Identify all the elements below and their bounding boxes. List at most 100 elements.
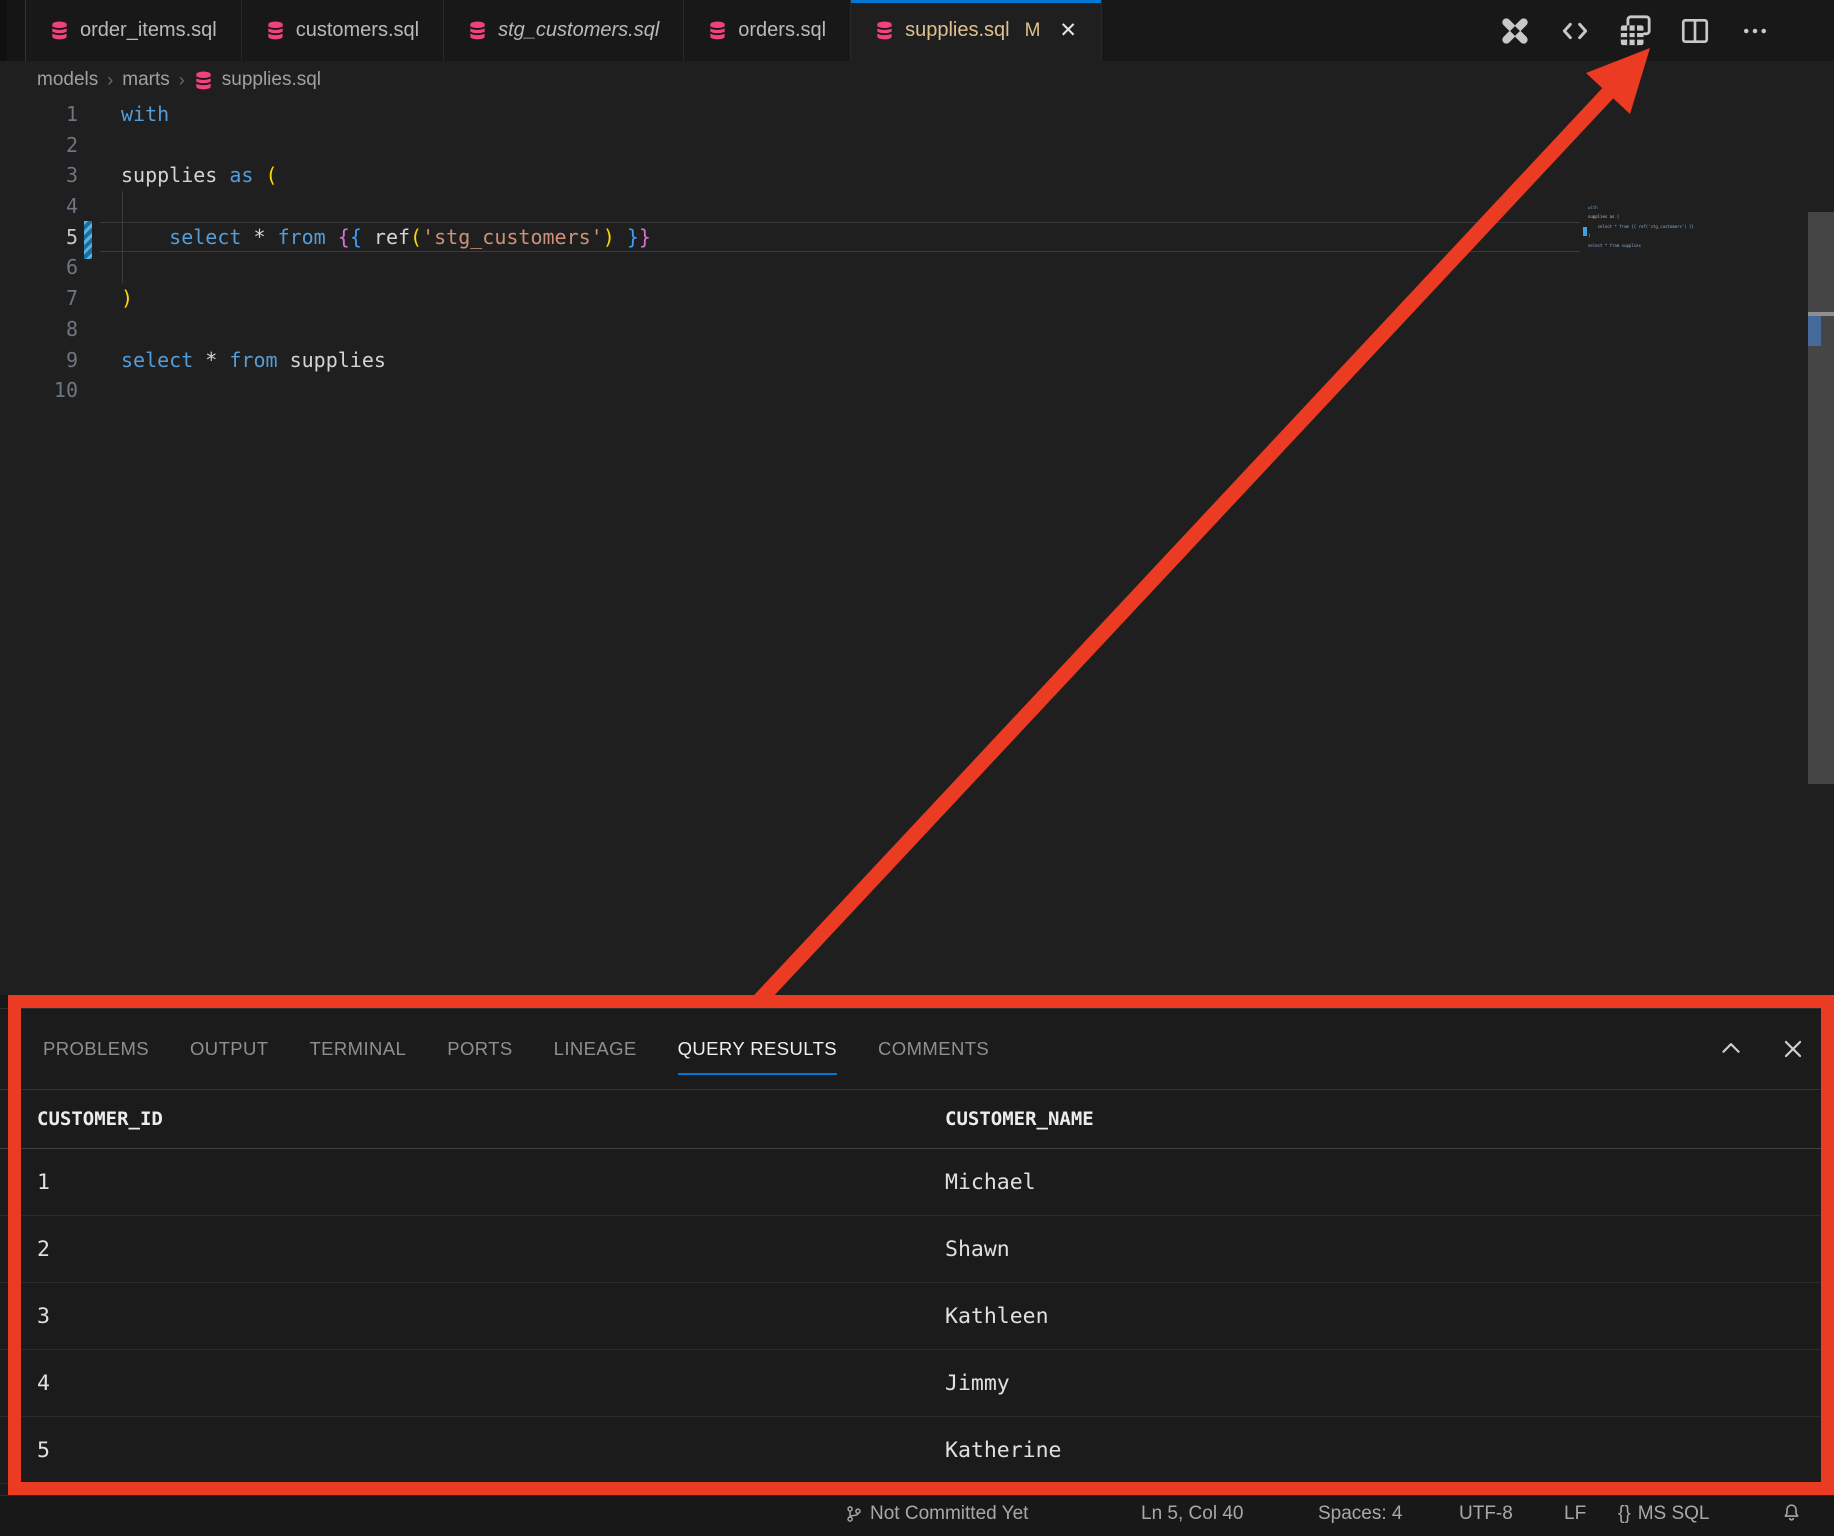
eol-sequence[interactable]: LF <box>1564 1503 1586 1525</box>
tab-label: orders.sql <box>738 19 826 42</box>
code-text: supplies as ( <box>121 160 278 191</box>
line-number: 4 <box>0 191 78 222</box>
panel-tab-lineage[interactable]: LINEAGE <box>554 1032 637 1066</box>
dbt-build-icon[interactable] <box>1498 14 1532 48</box>
close-panel-icon[interactable] <box>1780 1036 1806 1062</box>
line-number: 2 <box>0 130 78 161</box>
line-number: 9 <box>0 345 78 376</box>
database-icon <box>266 21 285 40</box>
tab-orders-sql[interactable]: orders.sql <box>684 0 851 61</box>
status-bar: Not Committed Yet Ln 5, Col 40 Spaces: 4… <box>0 1495 1834 1536</box>
table-row[interactable]: 3Kathleen <box>0 1283 1834 1350</box>
table-cell: Kathleen <box>945 1304 1834 1329</box>
tab-stg_customers-sql[interactable]: stg_customers.sql <box>444 0 684 61</box>
table-header-row: CUSTOMER_IDCUSTOMER_NAME <box>0 1090 1834 1149</box>
line-number: 7 <box>0 283 78 314</box>
tab-label: stg_customers.sql <box>498 19 659 42</box>
database-icon <box>875 21 894 40</box>
encoding[interactable]: UTF-8 <box>1459 1503 1513 1525</box>
line-number: 8 <box>0 314 78 345</box>
table-cell: 2 <box>37 1237 945 1262</box>
panel-tab-ports[interactable]: PORTS <box>447 1032 512 1066</box>
database-icon <box>50 21 69 40</box>
table-row[interactable]: 5Katherine <box>0 1417 1834 1484</box>
code-line[interactable]: 6 <box>0 252 1834 283</box>
table-cell: Katherine <box>945 1438 1834 1463</box>
more-actions-icon[interactable] <box>1738 14 1772 48</box>
tab-customers-sql[interactable]: customers.sql <box>242 0 444 61</box>
collapse-panel-icon[interactable] <box>1718 1036 1744 1062</box>
language-label: MS SQL <box>1638 1503 1710 1525</box>
modified-badge: M <box>1025 20 1041 42</box>
line-number: 10 <box>0 375 78 406</box>
code-line[interactable]: 1with <box>0 99 1834 130</box>
encoding-label: UTF-8 <box>1459 1503 1513 1525</box>
code-line[interactable]: 8 <box>0 314 1834 345</box>
tab-label: customers.sql <box>296 19 419 42</box>
language-mode[interactable]: {} MS SQL <box>1618 1503 1710 1525</box>
table-cell: 4 <box>37 1371 945 1396</box>
panel-tab-terminal[interactable]: TERMINAL <box>309 1032 406 1066</box>
code-text: select * from {{ ref('stg_customers') }} <box>121 222 651 253</box>
indent-guide <box>122 252 123 283</box>
query-results-icon[interactable] <box>1618 14 1652 48</box>
code-line[interactable]: 2 <box>0 130 1834 161</box>
minimap[interactable]: with supplies as ( select * from {{ ref(… <box>1588 206 1718 248</box>
chevron-right-icon: › <box>179 70 185 91</box>
column-header: CUSTOMER_NAME <box>945 1108 1834 1130</box>
close-icon[interactable]: ✕ <box>1059 20 1077 41</box>
code-line[interactable]: 3supplies as ( <box>0 160 1834 191</box>
right-scroll-strip[interactable] <box>1808 212 1834 784</box>
table-cell: 3 <box>37 1304 945 1329</box>
database-icon <box>468 21 487 40</box>
panel-tab-problems[interactable]: PROBLEMS <box>43 1032 149 1066</box>
compile-code-icon[interactable] <box>1558 14 1592 48</box>
code-line[interactable]: 10 <box>0 375 1834 406</box>
code-line[interactable]: 7) <box>0 283 1834 314</box>
table-row[interactable]: 4Jimmy <box>0 1350 1834 1417</box>
code-line[interactable]: 4 <box>0 191 1834 222</box>
minimap-line: select * from supplies <box>1588 244 1718 249</box>
editor-actions <box>1498 0 1834 61</box>
chevron-right-icon: › <box>107 70 113 91</box>
breadcrumb-marts[interactable]: marts <box>122 69 170 91</box>
tab-label: order_items.sql <box>80 19 217 42</box>
minimap-modified-marker <box>1583 227 1587 236</box>
breadcrumb-models[interactable]: models <box>37 69 98 91</box>
code-line[interactable]: 9select * from supplies <box>0 345 1834 376</box>
git-status[interactable]: Not Committed Yet <box>845 1503 1028 1525</box>
code-area: 1with23supplies as (45 select * from {{ … <box>0 99 1834 406</box>
eol-label: LF <box>1564 1503 1586 1525</box>
code-line[interactable]: 5 select * from {{ ref('stg_customers') … <box>0 222 1834 253</box>
indentation[interactable]: Spaces: 4 <box>1318 1503 1403 1525</box>
table-cell: 1 <box>37 1170 945 1195</box>
cursor-position[interactable]: Ln 5, Col 40 <box>1141 1503 1243 1525</box>
table-cell: Michael <box>945 1170 1834 1195</box>
breadcrumb-file[interactable]: supplies.sql <box>222 69 321 91</box>
table-row[interactable]: 2Shawn <box>0 1216 1834 1283</box>
database-icon <box>194 71 213 90</box>
indent-guide <box>122 191 123 222</box>
table-row[interactable]: 1Michael <box>0 1149 1834 1216</box>
breadcrumb: models › marts › supplies.sql <box>0 61 1834 99</box>
panel-tab-query-results[interactable]: QUERY RESULTS <box>678 1032 837 1066</box>
notifications-bell[interactable] <box>1782 1503 1801 1522</box>
query-results-table: CUSTOMER_IDCUSTOMER_NAME1Michael2Shawn3K… <box>0 1090 1834 1484</box>
panel-tab-output[interactable]: OUTPUT <box>190 1032 268 1066</box>
tab-order_items-sql[interactable]: order_items.sql <box>26 0 242 61</box>
git-branch-icon <box>845 1505 863 1523</box>
cursor-position-label: Ln 5, Col 40 <box>1141 1503 1243 1525</box>
braces-icon: {} <box>1618 1503 1631 1525</box>
line-number: 6 <box>0 252 78 283</box>
code-text: ) <box>121 283 133 314</box>
split-editor-icon[interactable] <box>1678 14 1712 48</box>
sidebar-edge <box>0 0 26 61</box>
tab-supplies-sql[interactable]: supplies.sqlM✕ <box>851 0 1102 61</box>
table-cell: 5 <box>37 1438 945 1463</box>
code-editor[interactable]: 1with23supplies as (45 select * from {{ … <box>0 99 1834 995</box>
panel-tab-comments[interactable]: COMMENTS <box>878 1032 989 1066</box>
panel-actions <box>1718 1009 1806 1089</box>
line-number: 1 <box>0 99 78 130</box>
editor-tab-bar: order_items.sql customers.sql stg_customer… <box>0 0 1834 62</box>
table-cell: Jimmy <box>945 1371 1834 1396</box>
